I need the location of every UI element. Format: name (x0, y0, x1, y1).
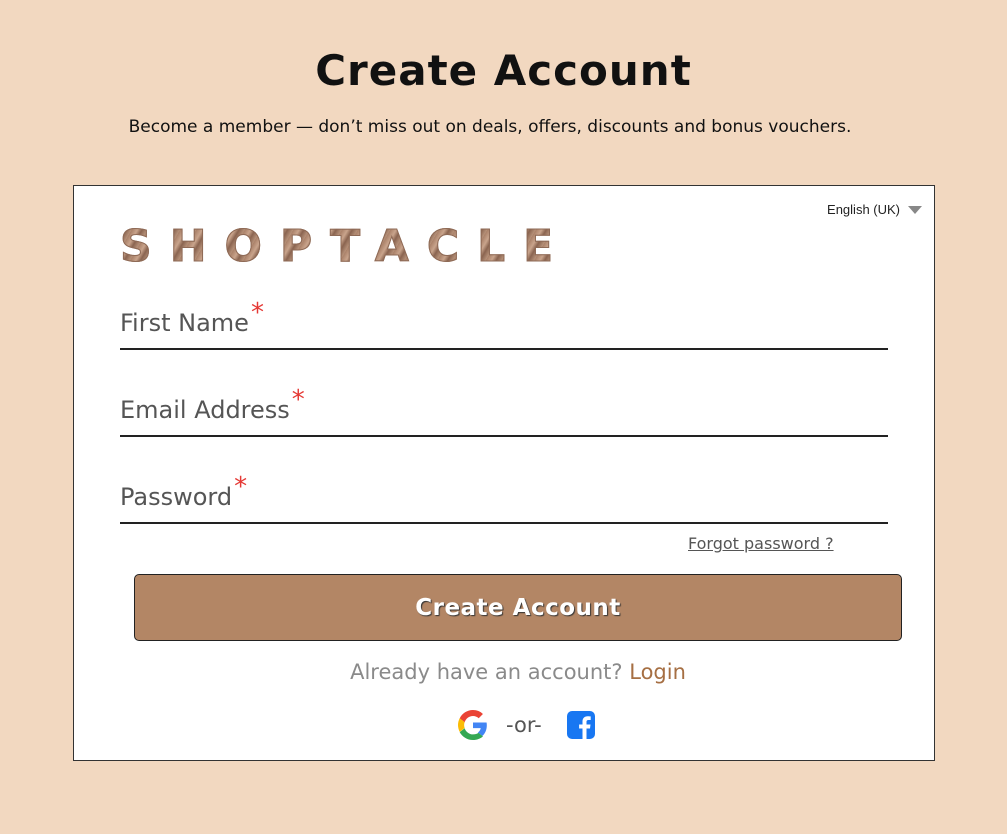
google-icon[interactable] (458, 710, 488, 740)
brand-logo: SHOPTACLE (119, 221, 572, 272)
already-account-text: Already have an account? (350, 660, 623, 684)
social-login-row: -or- (458, 710, 596, 740)
forgot-password-link[interactable]: Forgot password ? (688, 534, 834, 553)
facebook-icon[interactable] (566, 710, 596, 740)
page-title: Create Account (315, 46, 692, 95)
language-label: English (UK) (827, 202, 900, 217)
language-selector[interactable]: English (UK) (827, 202, 922, 217)
first-name-field[interactable]: First Name* (120, 298, 888, 350)
chevron-down-icon (908, 205, 922, 214)
password-input[interactable] (120, 480, 888, 522)
email-field[interactable]: Email Address* (120, 385, 888, 437)
first-name-input[interactable] (120, 306, 888, 348)
create-account-button[interactable]: Create Account (134, 574, 902, 641)
page-subtitle: Become a member — don’t miss out on deal… (128, 117, 852, 137)
email-input[interactable] (120, 393, 888, 435)
or-separator: -or- (506, 713, 542, 737)
password-field[interactable]: Password* (120, 472, 888, 524)
signup-card: English (UK) SHOPTACLE First Name* Email… (73, 185, 935, 761)
login-link[interactable]: Login (629, 660, 686, 684)
already-account-row: Already have an account? Login (74, 660, 962, 684)
